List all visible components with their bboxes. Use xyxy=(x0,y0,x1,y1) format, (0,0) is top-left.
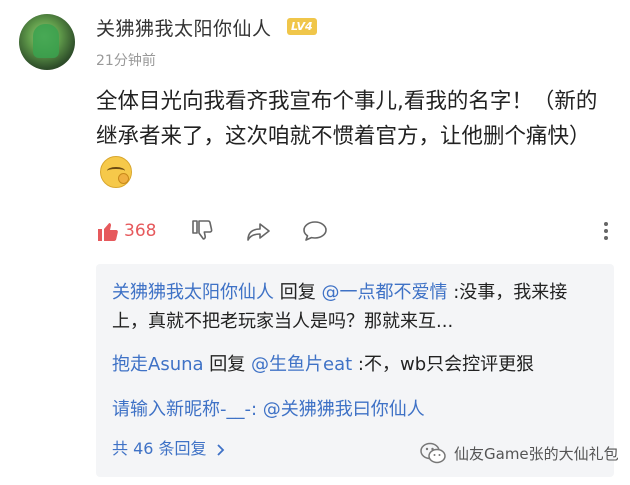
comment-avatar[interactable] xyxy=(19,14,75,70)
watermark-text: 仙友Game张的大仙礼包 xyxy=(454,444,619,463)
thumbs-up-icon xyxy=(98,223,118,241)
comment-username[interactable]: 关狒狒我太阳你仙人 xyxy=(96,14,272,41)
more-replies-label: 共 46 条回复 xyxy=(112,439,207,458)
wechat-watermark: 仙友Game张的大仙礼包 xyxy=(420,442,619,464)
reply-item[interactable]: 关狒狒我太阳你仙人 回复 @一点都不爱情 :没事，我来接上，真就不把老玩家当人是… xyxy=(112,278,602,336)
avatar-figure xyxy=(33,24,59,58)
reply-target[interactable]: : @关狒狒我曰你仙人 xyxy=(251,399,425,420)
share-icon xyxy=(247,223,270,241)
reply-target[interactable]: @一点都不爱情 xyxy=(321,282,447,303)
comment-actions: 368 xyxy=(96,216,616,246)
comment-text: 全体目光向我看齐我宣布个事儿,看我的名字！（新的继承者来了，这次咱就不惯着官方，… xyxy=(96,84,616,189)
comment-bubble-icon xyxy=(303,221,327,241)
reply-verb: 回复 xyxy=(209,354,246,375)
reply-item[interactable]: 抱走Asuna 回复 @生鱼片eat :不，wb只会控评更狠 xyxy=(112,350,602,379)
reply-verb: 回复 xyxy=(279,282,316,303)
comment-body: 全体目光向我看齐我宣布个事儿,看我的名字！（新的继承者来了，这次咱就不惯着官方，… xyxy=(96,89,598,149)
reply-item[interactable]: 请输入新昵称-__-: @关狒狒我曰你仙人 xyxy=(112,395,602,424)
like-count: 368 xyxy=(124,221,157,241)
reply-author[interactable]: 抱走Asuna xyxy=(112,354,204,375)
more-replies-link[interactable]: 共 46 条回复 xyxy=(112,435,226,459)
vertical-dots-icon xyxy=(604,222,608,240)
reply-text: :不，wb只会控评更狠 xyxy=(357,354,535,375)
reply-button[interactable] xyxy=(302,216,328,246)
comment-time: 21分钟前 xyxy=(96,53,156,69)
level-badge: LV4 xyxy=(287,18,317,35)
sly-face-emoji-icon xyxy=(100,156,132,188)
chevron-right-icon xyxy=(217,443,224,456)
dislike-button[interactable] xyxy=(190,216,214,246)
share-button[interactable] xyxy=(246,216,272,246)
like-button[interactable]: 368 xyxy=(96,216,156,246)
reply-author[interactable]: 关狒狒我太阳你仙人 xyxy=(112,282,274,303)
reply-target[interactable]: @生鱼片eat xyxy=(251,354,352,375)
wechat-icon xyxy=(420,442,446,464)
more-options-button[interactable] xyxy=(602,216,610,246)
reply-author[interactable]: 请输入新昵称-__- xyxy=(112,399,251,420)
thumbs-down-icon xyxy=(192,220,213,240)
